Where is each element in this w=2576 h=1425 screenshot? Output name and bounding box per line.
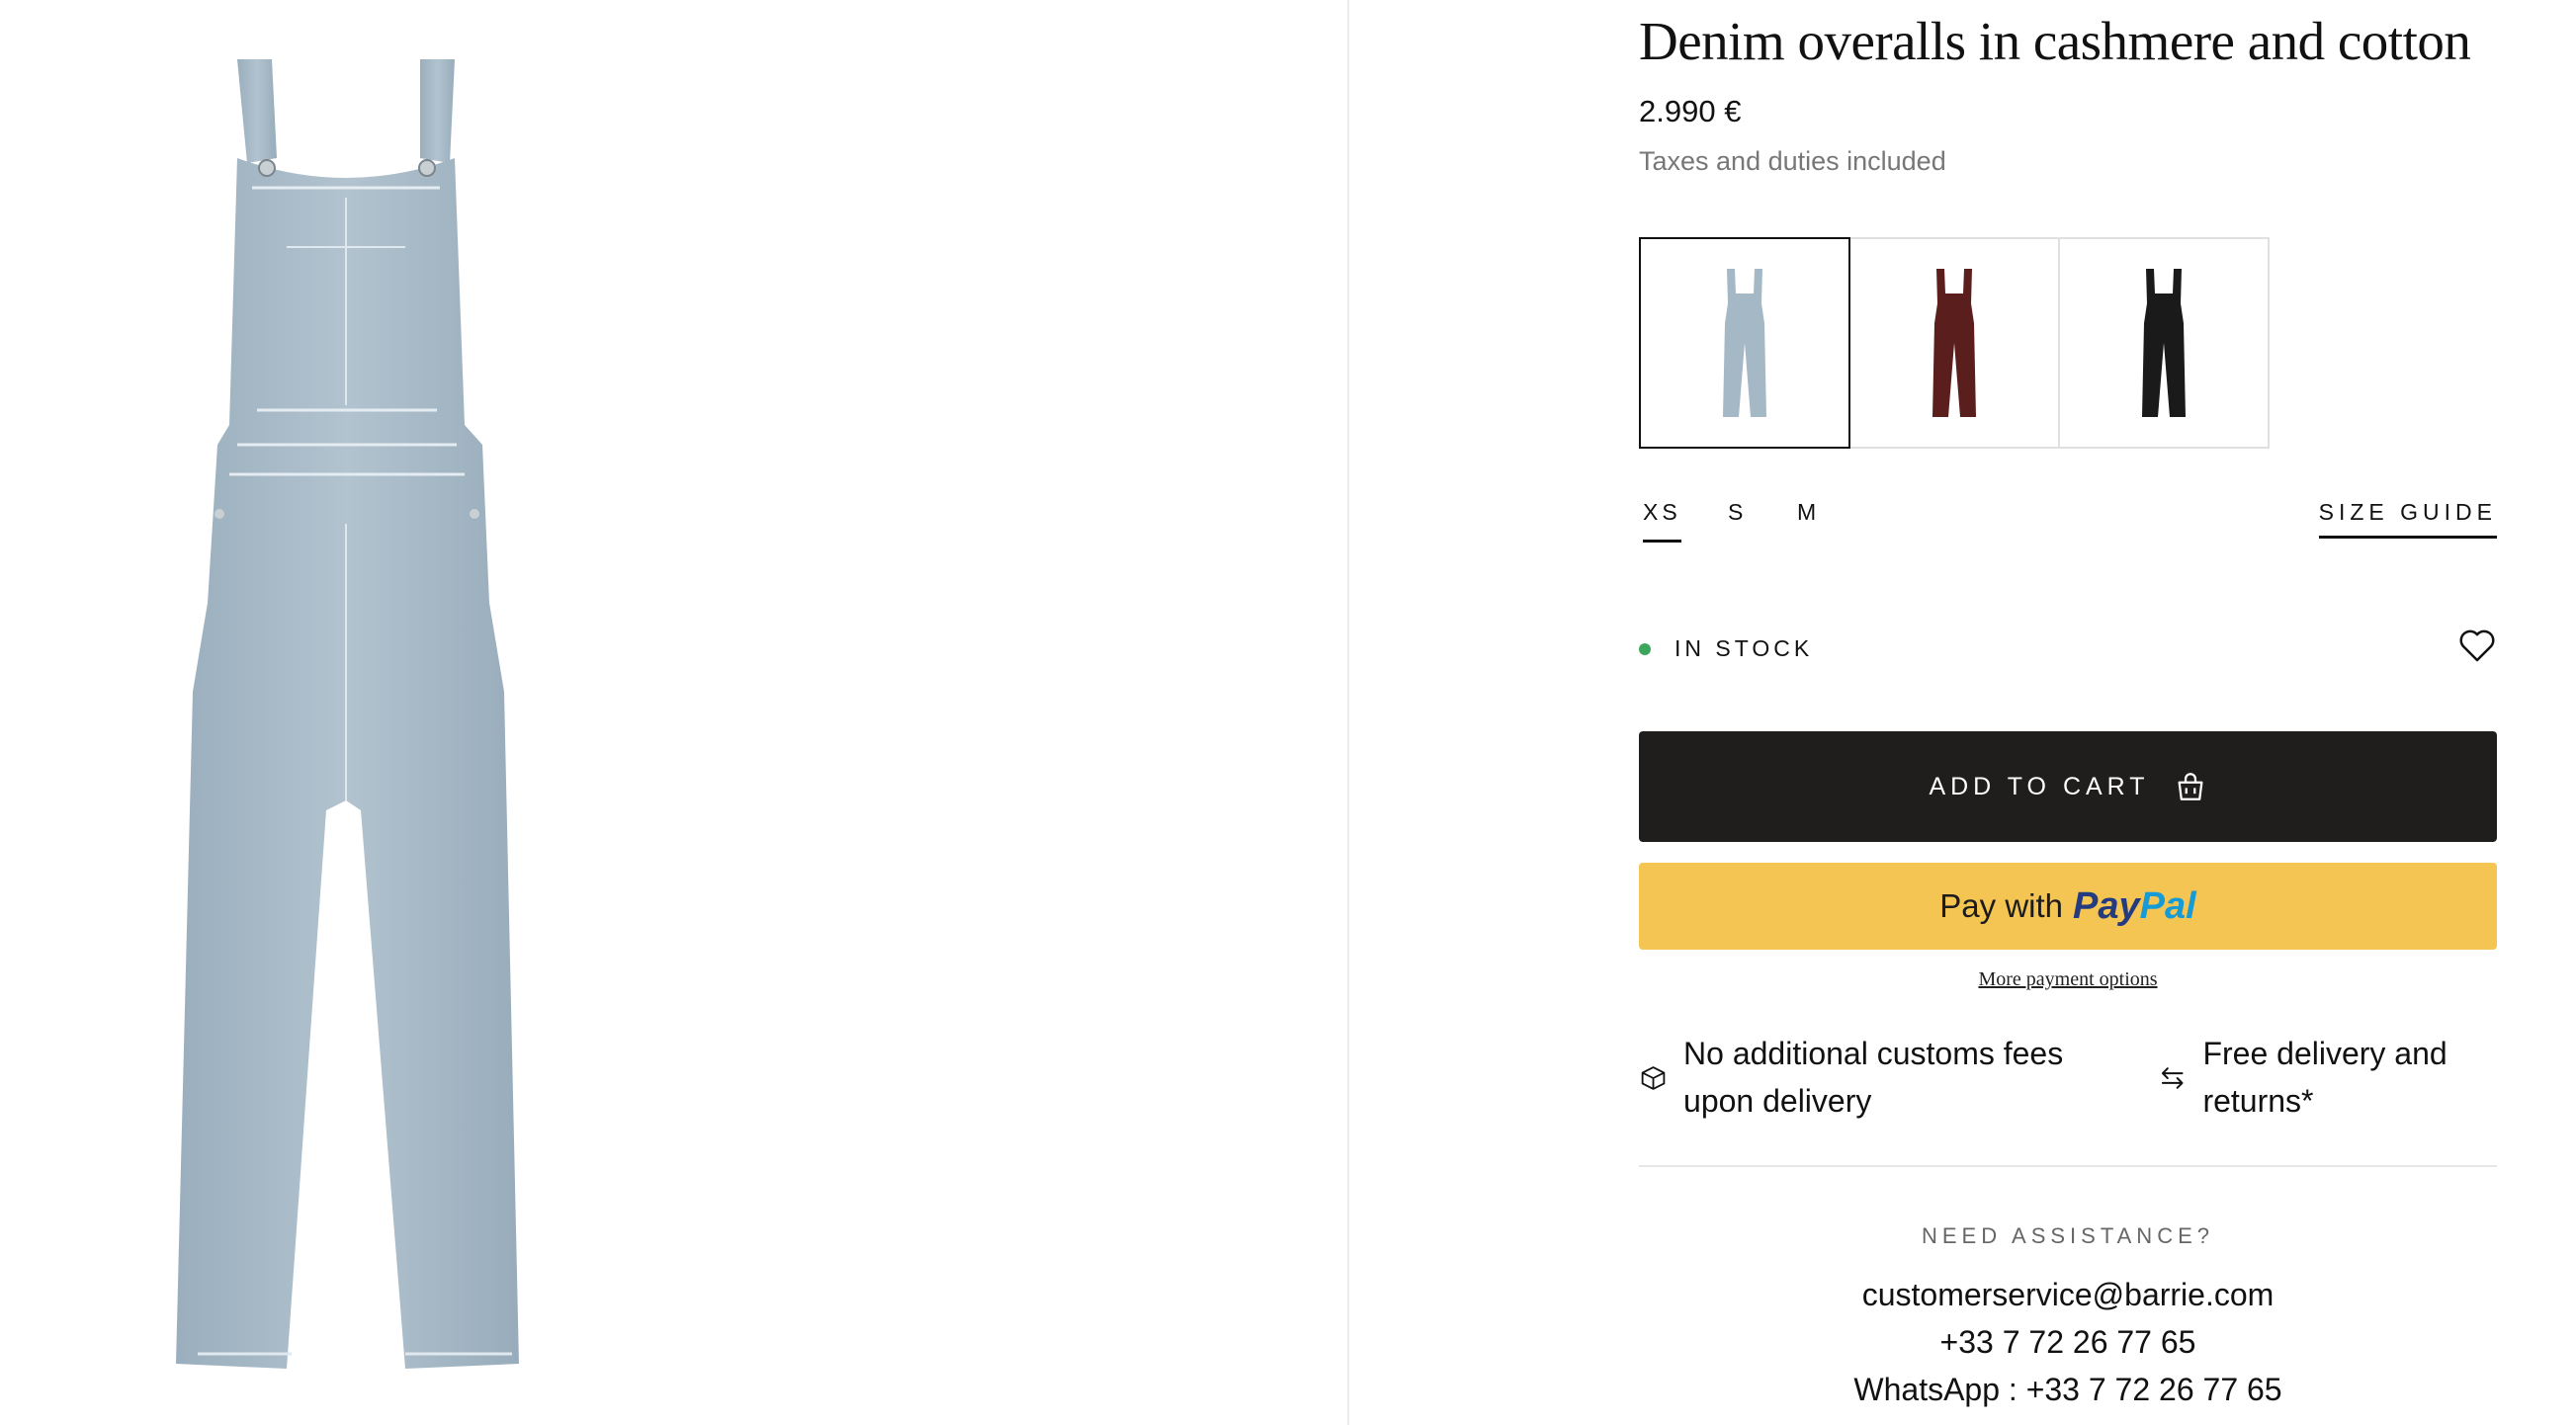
paypal-button[interactable]: Pay with PayPal — [1639, 863, 2497, 950]
stock-indicator-dot — [1639, 642, 1651, 655]
color-swatches — [1639, 237, 2270, 449]
size-option-xs[interactable]: XS — [1643, 499, 1681, 543]
feature-delivery-text: Free delivery and returns* — [2202, 1036, 2447, 1119]
size-option-s[interactable]: S — [1728, 499, 1747, 540]
assistance-section: NEED ASSISTANCE? customerservice@barrie.… — [1639, 1223, 2497, 1413]
size-option-m[interactable]: M — [1797, 499, 1820, 540]
overalls-thumbnail-light-blue — [1723, 269, 1766, 417]
more-payment-options-link[interactable]: More payment options — [1639, 968, 2497, 991]
color-swatch-burgundy[interactable] — [1848, 237, 2060, 449]
divider — [1639, 1165, 2497, 1167]
assistance-phone-link[interactable]: +33 7 72 26 77 65 — [1639, 1318, 2497, 1366]
shopping-bag-icon — [2178, 773, 2203, 800]
size-selector: XS S M SIZE GUIDE — [1639, 499, 2497, 548]
features: No additional customs fees upon delivery… — [1639, 1030, 2497, 1168]
size-guide-link[interactable]: SIZE GUIDE — [2318, 499, 2497, 539]
exchange-arrows-icon — [2161, 1067, 2184, 1089]
product-price: 2.990 € — [1639, 94, 1742, 128]
product-image-panel — [0, 0, 1349, 1425]
paypal-logo: PayPal — [2073, 884, 2196, 927]
assistance-heading: NEED ASSISTANCE? — [1922, 1223, 2214, 1248]
overalls-thumbnail-black — [2142, 269, 2186, 417]
stock-status: IN STOCK — [1639, 635, 1813, 662]
feature-customs: No additional customs fees upon delivery — [1639, 1030, 2123, 1125]
tax-note: Taxes and duties included — [1639, 146, 1946, 176]
feature-customs-text: No additional customs fees upon delivery — [1683, 1036, 2064, 1119]
box-icon — [1641, 1066, 1666, 1090]
feature-delivery: Free delivery and returns* — [2158, 1030, 2494, 1125]
heart-icon[interactable] — [2457, 626, 2497, 665]
color-swatch-black[interactable] — [2058, 237, 2270, 449]
add-to-cart-label: ADD TO CART — [1929, 772, 2150, 800]
assistance-email-link[interactable]: customerservice@barrie.com — [1639, 1271, 2497, 1318]
stock-label: IN STOCK — [1674, 635, 1814, 661]
assistance-whatsapp-link[interactable]: WhatsApp : +33 7 72 26 77 65 — [1639, 1366, 2497, 1413]
product-title: Denim overalls in cashmere and cotton — [1639, 11, 2471, 71]
add-to-cart-button[interactable]: ADD TO CART — [1639, 731, 2497, 842]
overalls-thumbnail-burgundy — [1932, 269, 1976, 417]
paypal-prefix: Pay with — [1939, 887, 2064, 924]
color-swatch-light-blue[interactable] — [1639, 237, 1850, 449]
product-image[interactable] — [168, 49, 544, 1403]
